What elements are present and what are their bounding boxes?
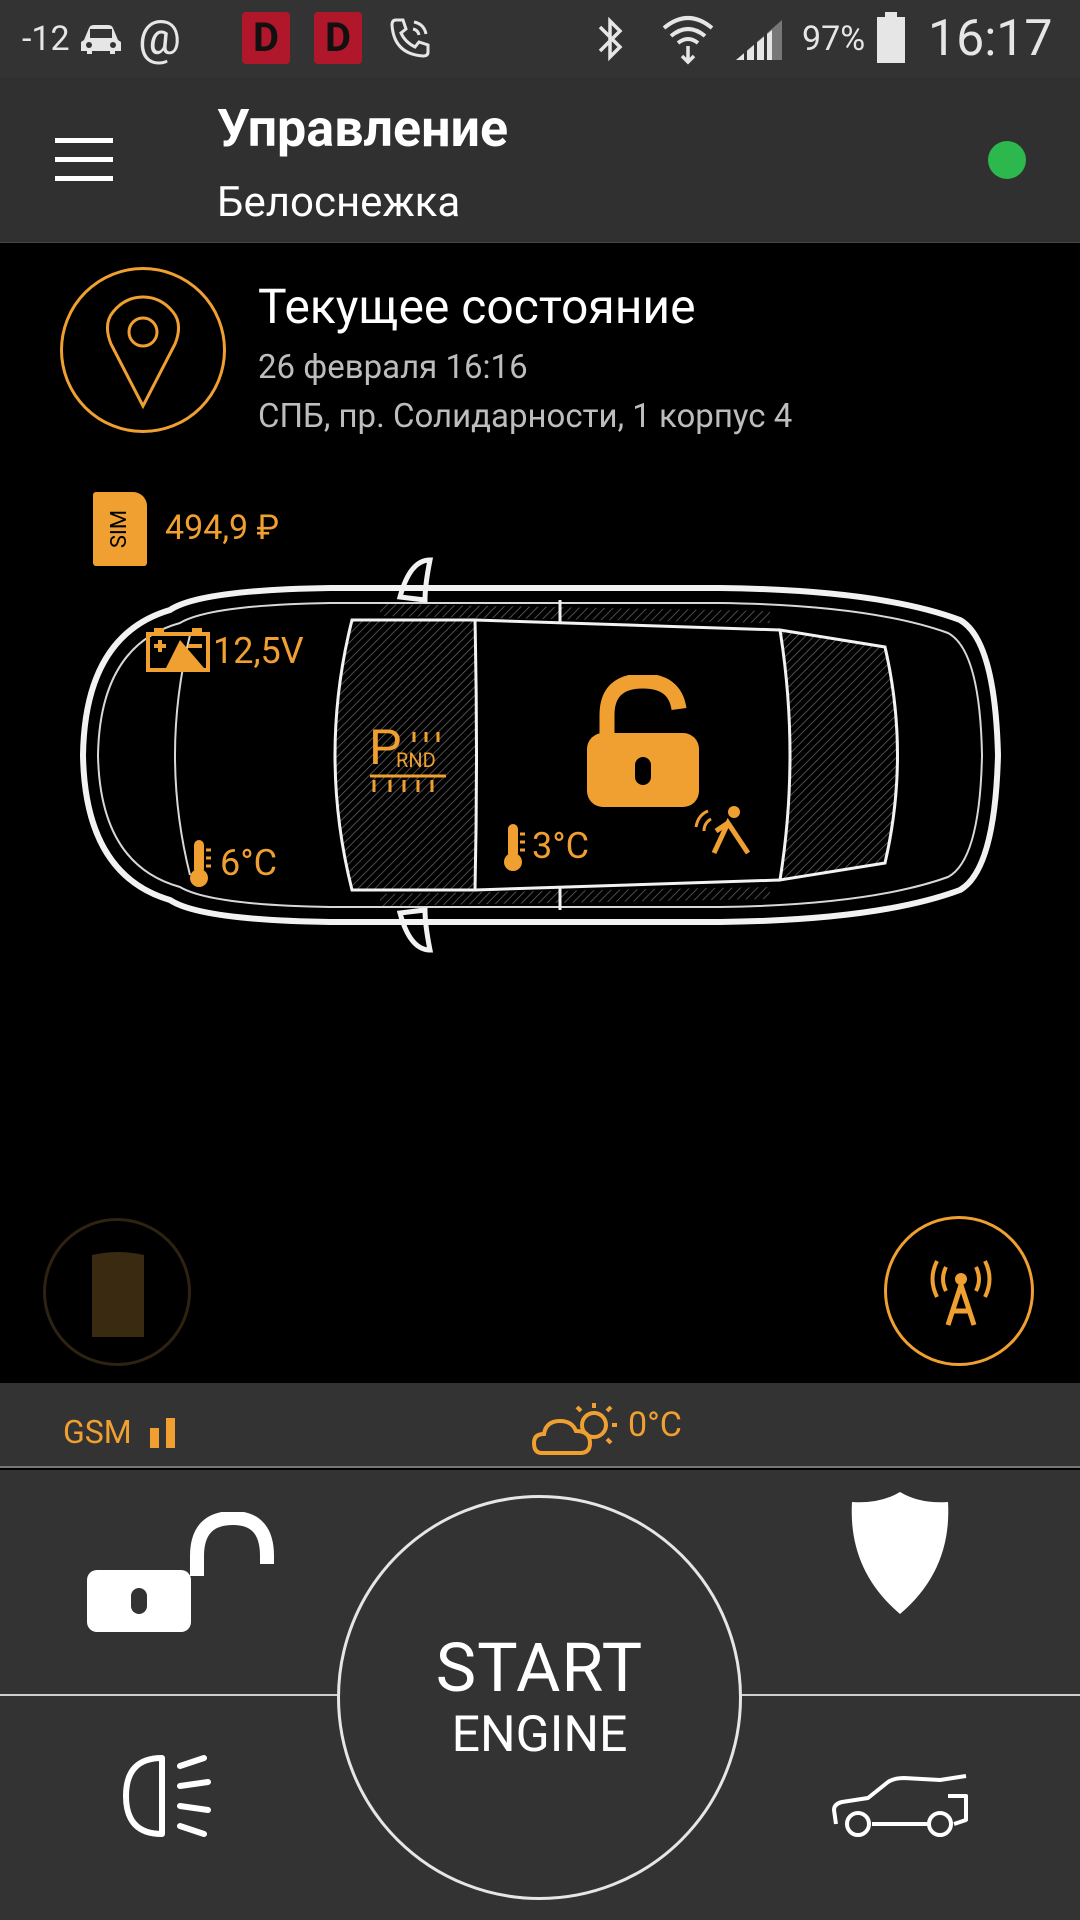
partly-cloudy-icon [532, 1403, 617, 1455]
key-fob-button[interactable] [43, 1218, 191, 1366]
battery-percent: 97% [802, 19, 866, 59]
phone-call-icon [390, 18, 430, 58]
engine-temperature: 6°C [220, 842, 278, 884]
status-clock: 16:17 [928, 10, 1053, 68]
lock-status-icon [587, 675, 699, 807]
state-address: СПБ, пр. Солидарности, 1 корпус 4 [258, 397, 793, 436]
sim-label: SIM [107, 509, 132, 549]
car-trunk-icon [832, 1774, 968, 1837]
antenna-signal-icon [930, 1260, 992, 1326]
status-bar: -12 @ D D 97% 16:17 [0, 0, 1080, 78]
unlock-button[interactable] [60, 1490, 280, 1680]
wifi-icon [662, 16, 714, 65]
control-panel: START ENGINE [0, 1470, 1080, 1920]
arm-security-button[interactable] [800, 1490, 1000, 1680]
at-sign-icon: @ [138, 9, 182, 66]
thermometer-icon [190, 840, 211, 887]
cabin-temperature: 3°C [532, 825, 590, 867]
key-fob-icon [92, 1252, 144, 1337]
start-engine-button[interactable]: START ENGINE [337, 1495, 742, 1900]
sim-balance: 494,9 ₽ [165, 508, 280, 548]
signal-strength-icon [736, 20, 782, 60]
outside-temperature: 0°C [628, 1405, 682, 1445]
start-label: START [435, 1627, 644, 1708]
headlights-button[interactable] [90, 1730, 270, 1890]
car-top-view [80, 557, 1002, 953]
menu-icon[interactable] [55, 138, 113, 182]
connection-status-indicator [988, 141, 1026, 179]
driver-presence-icon [694, 806, 751, 855]
engine-label: ENGINE [451, 1705, 628, 1764]
state-timestamp: 26 февраля 16:16 [258, 348, 528, 387]
gsm-signal-icon [150, 1418, 175, 1448]
thermometer-icon [504, 824, 525, 871]
trunk-button[interactable] [800, 1730, 1000, 1890]
headlight-icon [123, 1755, 211, 1837]
remote-signal-button[interactable] [884, 1216, 1034, 1366]
location-pin-icon [106, 295, 180, 410]
car-notification-icon [81, 25, 121, 54]
vehicle-name: Белоснежка [217, 178, 461, 227]
location-button[interactable] [60, 267, 226, 433]
unlock-icon [87, 1512, 274, 1632]
status-temperature: -12 [22, 19, 70, 59]
gsm-label: GSM [63, 1413, 132, 1451]
car-battery-icon [146, 628, 210, 672]
page-title: Управление [217, 98, 509, 159]
battery-icon [877, 12, 905, 63]
app-bar: Управление Белоснежка [0, 78, 1080, 243]
info-strip: GSM 0°C [0, 1383, 1080, 1468]
current-state-title: Текущее состояние [258, 278, 696, 335]
battery-voltage: 12,5V [213, 630, 304, 672]
shield-icon [851, 1492, 949, 1614]
d-badge-icon: D [314, 12, 362, 64]
gear-selector-icon [370, 732, 446, 792]
d-badge-icon: D [242, 12, 290, 64]
bluetooth-icon [598, 16, 623, 62]
